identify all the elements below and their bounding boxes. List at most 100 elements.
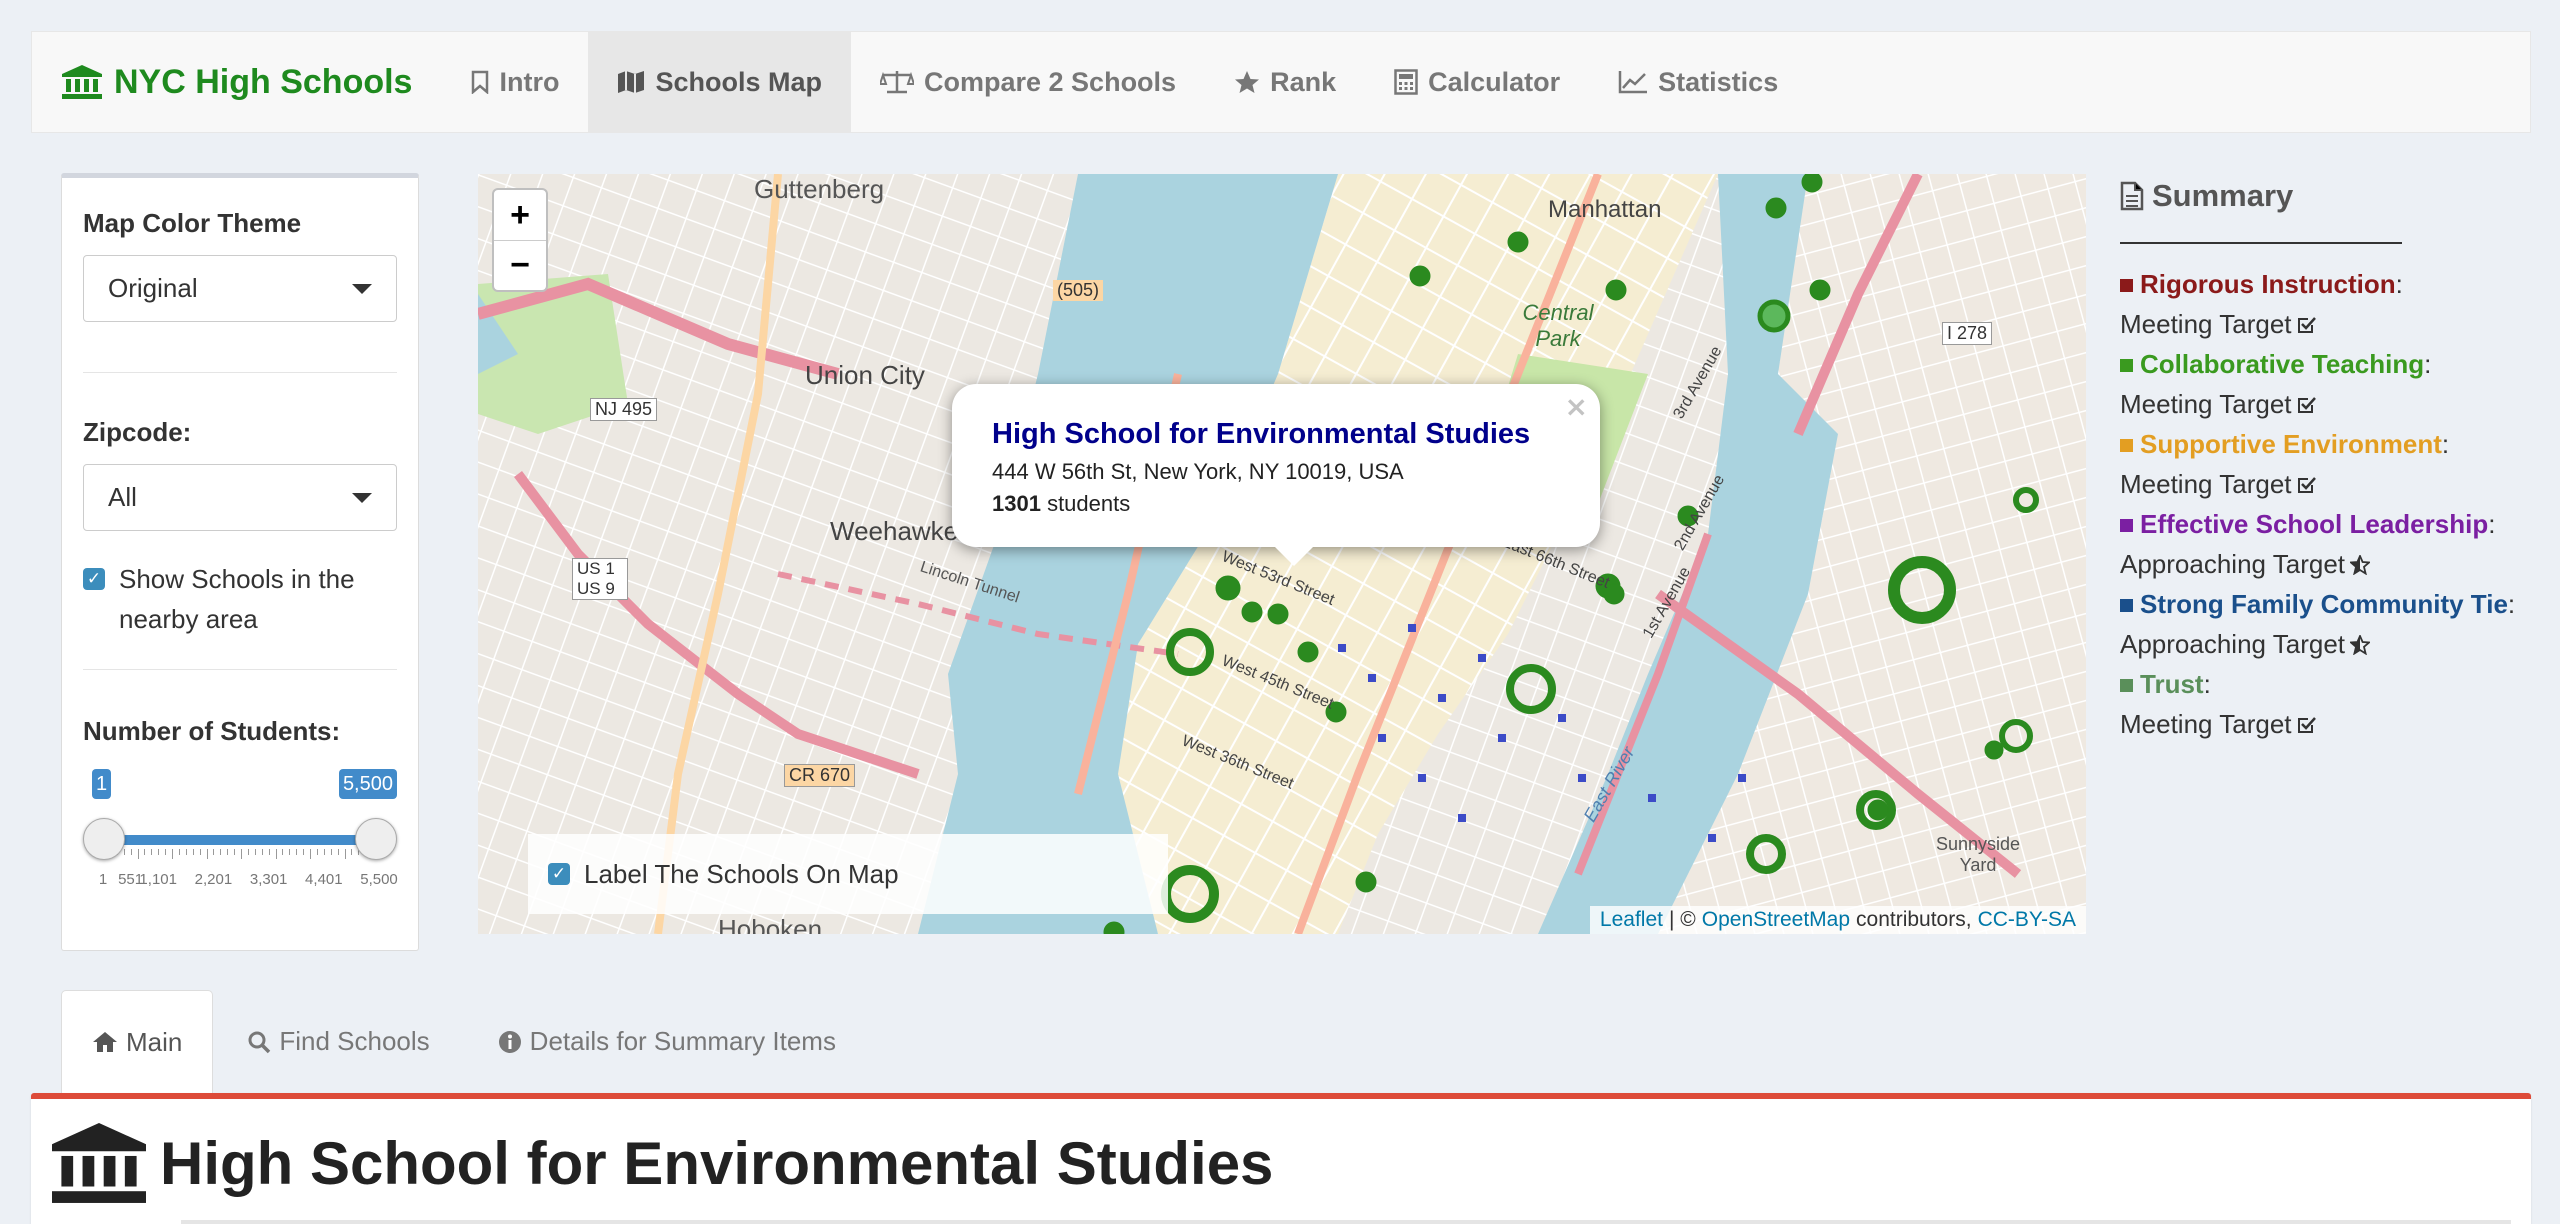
leaflet-link[interactable]: Leaflet [1600,908,1663,932]
popup-students: 1301 students [992,491,1560,517]
check-square-icon [2297,397,2316,413]
nav-schools-map-label: Schools Map [655,66,822,97]
slider-tick-label: 4,401 [305,871,343,888]
slider-high-value: 5,500 [338,769,397,799]
map-place-label: US 1 US 9 [572,558,628,600]
slider-tick [130,849,132,855]
search-icon [248,1031,271,1053]
slider-tick [344,849,346,859]
schools-map[interactable]: Guttenberg Manhattan Union City Central … [478,174,2086,934]
zoom-control: + − [492,188,548,292]
osm-link[interactable]: OpenStreetMap [1702,908,1850,932]
slider-tick [227,849,229,855]
tab-find-schools-label: Find Schools [279,1026,430,1056]
nav-compare[interactable]: Compare 2 Schools [851,32,1205,132]
square-icon [2120,519,2133,532]
slider-tick [220,849,222,855]
slider-tick [303,849,305,855]
summary-item-name: Collaborative Teaching [2140,349,2425,379]
label-schools-checkbox[interactable]: ✓ [548,863,570,885]
brand[interactable]: NYC High Schools [32,32,442,132]
map-color-theme-label: Map Color Theme [83,208,302,238]
calculator-icon [1394,69,1418,95]
map-place-label: Central Park [1522,300,1594,351]
map-icon [618,71,645,93]
slider-tick [206,849,208,859]
sidebar-panel: Map Color Theme Original Zipcode: All ✓ … [61,173,419,951]
tab-find-schools[interactable]: Find Schools [213,990,463,1093]
summary-header: Summary [2120,176,2550,216]
students-range-slider[interactable]: 1 5,500 1 551 1,101 2,201 3,301 4,401 5,500 [83,769,398,889]
slider-high-handle[interactable] [355,818,397,860]
nearby-checkbox[interactable]: ✓ [83,568,105,590]
slider-low-value: 1 [92,769,112,799]
slider-tick-label: 2,201 [194,871,233,888]
summary-item-status-text: Approaching Target [2120,549,2346,579]
brand-title: NYC High Schools [114,62,413,101]
label-schools-checkbox-row[interactable]: ✓ Label The Schools On Map [528,834,1168,914]
nav-intro-label: Intro [499,66,560,97]
tab-main[interactable]: Main [61,990,214,1093]
zoom-out-button[interactable]: − [494,240,546,290]
map-color-theme-value: Original [108,273,198,303]
slider-ticks [103,849,380,863]
summary-item-status-text: Meeting Target [2120,709,2292,739]
map-attribution: Leaflet | © OpenStreetMap contributors, … [1589,906,2086,934]
nav-calculator[interactable]: Calculator [1365,32,1589,132]
summary-item-status-text: Meeting Target [2120,389,2292,419]
summary-item-status-text: Approaching Target [2120,629,2346,659]
map-place-label: Hoboken [718,914,823,934]
slider-tick [137,849,139,859]
institution-icon [52,1123,146,1203]
summary-item: Effective School Leadership: [2120,504,2550,544]
summary-item-colon: : [2507,589,2516,619]
summary-item-status: Meeting Target [2120,304,2550,344]
map-place-label: CR 670 [784,764,856,787]
school-popup: × High School for Environmental Studies … [952,384,1600,547]
nav-rank[interactable]: Rank [1205,32,1365,132]
popup-students-count: 1301 [992,491,1041,516]
line-chart-icon [1618,71,1648,94]
attribution-contributors: contributors, [1856,908,1972,931]
divider [83,372,397,373]
map-place-label: NJ 495 [590,398,658,421]
top-navbar: NYC High Schools Intro Schools Map Compa… [31,31,2531,133]
popup-students-suffix: students [1040,491,1131,516]
slider-tick-label: 5,500 [360,871,398,888]
slider-low-handle[interactable] [83,818,125,860]
slider-tick [261,849,263,855]
detail-tabs: Main Find Schools Details for Summary It… [61,990,870,1093]
map-color-theme-select[interactable]: Original [83,255,397,322]
nav-intro[interactable]: Intro [442,32,588,132]
popup-school-name[interactable]: High School for Environmental Studies [992,418,1560,451]
bookmark-icon [472,70,489,94]
zoom-in-button[interactable]: + [494,190,546,240]
license-link[interactable]: CC-BY-SA [1978,908,2076,932]
summary-item-colon: : [2488,509,2496,539]
popup-close-button[interactable]: × [1565,390,1588,423]
check-square-icon [2297,717,2316,733]
slider-tick [323,849,325,855]
summary-item-colon: : [2424,349,2432,379]
star-icon [1235,71,1260,93]
slider-tick [296,849,298,855]
school-heading-title: High School for Environmental Studies [160,1129,1274,1197]
slider-track[interactable] [103,835,377,845]
square-icon [2120,599,2133,612]
chevron-down-icon [352,492,372,503]
zipcode-select[interactable]: All [83,464,397,531]
tab-details-summary[interactable]: Details for Summary Items [464,990,870,1093]
slider-tick [282,849,284,855]
slider-tick [337,849,339,855]
zipcode-value: All [108,482,137,512]
slider-tick [185,849,187,855]
square-icon [2120,359,2133,372]
nearby-checkbox-row[interactable]: ✓ Show Schools in the nearby area [83,559,397,639]
nav-schools-map[interactable]: Schools Map [588,32,851,132]
zipcode-label: Zipcode: [83,417,192,447]
label-schools-checkbox-label: Label The Schools On Map [584,858,899,889]
nav-statistics[interactable]: Statistics [1589,32,1807,132]
popup-tip [1272,544,1316,566]
star-half-icon [2348,633,2372,656]
square-icon [2120,679,2133,692]
